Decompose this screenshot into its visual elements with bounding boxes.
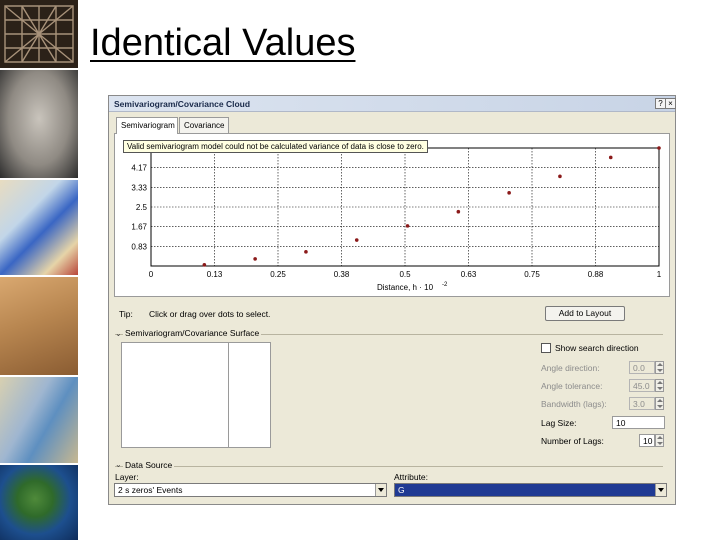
- layer-label: Layer:: [115, 472, 139, 482]
- number-of-lags-spinner[interactable]: [655, 434, 664, 447]
- number-of-lags-field[interactable]: 10: [639, 434, 655, 447]
- slide-title: Identical Values: [90, 22, 356, 64]
- greece-map-image: [0, 377, 78, 463]
- add-to-layout-button[interactable]: Add to Layout: [545, 306, 625, 321]
- layer-dropdown-icon[interactable]: [375, 484, 386, 496]
- globe-image: [0, 465, 78, 540]
- semivariogram-chart[interactable]: 0 0.13 0.25 0.38 0.5 0.63 0.75 0.88 1 0.83 1.67 2.5…: [115, 134, 669, 296]
- attribute-value: G: [398, 485, 405, 495]
- data-point: [304, 250, 308, 254]
- y-tick-label: 3.33: [131, 183, 147, 192]
- data-source-group-label: Data Source: [123, 460, 175, 470]
- tab-semivariogram[interactable]: Semivariogram: [116, 117, 178, 134]
- surface-preview[interactable]: [121, 342, 229, 448]
- x-tick-label: 1: [657, 270, 662, 279]
- data-source-divider: [115, 466, 663, 467]
- bandwidth-label: Bandwidth (lags):: [541, 399, 607, 409]
- lag-size-label: Lag Size:: [541, 418, 577, 428]
- attribute-label: Attribute:: [394, 472, 429, 482]
- lag-size-field[interactable]: 10: [612, 416, 665, 429]
- bandwidth-field[interactable]: 3.0: [629, 397, 655, 410]
- show-search-direction-label: Show search direction: [555, 343, 639, 353]
- attribute-dropdown-icon[interactable]: [655, 484, 666, 496]
- x-tick-label: 0.13: [207, 270, 223, 279]
- bandwidth-spinner[interactable]: [655, 397, 664, 410]
- x-tick-label: 0.25: [270, 270, 286, 279]
- data-point: [354, 238, 359, 242]
- dialog-title: Semivariogram/Covariance Cloud: [114, 99, 251, 109]
- semivariogram-dialog: Semivariogram/Covariance Cloud ? × Semiv…: [108, 95, 676, 505]
- layer-value: 2 s zeros' Events: [118, 485, 183, 495]
- collapse-data-source-icon[interactable]: ⌄: [115, 460, 122, 469]
- x-tick-label: 0.63: [461, 270, 477, 279]
- dialog-titlebar[interactable]: Semivariogram/Covariance Cloud ? ×: [109, 96, 676, 112]
- x-axis-label-exponent: -2: [442, 282, 448, 288]
- tip-text: Click or drag over dots to select.: [149, 309, 271, 319]
- data-point: [558, 174, 562, 179]
- warning-tooltip: Valid semivariogram model could not be c…: [123, 140, 428, 153]
- x-tick-label: 0.88: [588, 270, 604, 279]
- data-point: [405, 224, 410, 228]
- data-point: [657, 146, 661, 150]
- close-button[interactable]: ×: [665, 98, 676, 109]
- x-axis-label: Distance, h · 10: [377, 283, 434, 292]
- angle-tolerance-field[interactable]: 45.0: [629, 379, 655, 392]
- angle-tolerance-label: Angle tolerance:: [541, 381, 603, 391]
- y-tick-label: 0.83: [131, 242, 147, 251]
- x-tick-label: 0.75: [524, 270, 540, 279]
- attribute-select[interactable]: G: [394, 483, 667, 497]
- surface-group-label: Semivariogram/Covariance Surface: [123, 328, 262, 338]
- y-tick-label: 4.17: [131, 164, 147, 173]
- x-tick-label: 0.5: [399, 270, 411, 279]
- surface-legend: [228, 342, 271, 448]
- y-tick-label: 2.5: [136, 203, 148, 212]
- grid-tablet-image: [0, 0, 78, 68]
- data-point: [253, 257, 257, 261]
- angle-direction-field[interactable]: 0.0: [629, 361, 655, 374]
- layer-select[interactable]: 2 s zeros' Events: [114, 483, 387, 497]
- number-of-lags-label: Number of Lags:: [541, 436, 604, 446]
- tip-label: Tip:: [119, 309, 133, 319]
- collapse-surface-icon[interactable]: ⌄: [115, 329, 122, 338]
- angle-direction-spinner[interactable]: [655, 361, 664, 374]
- show-search-direction-checkbox[interactable]: [541, 343, 551, 353]
- parchment-map-image: [0, 277, 78, 375]
- angle-tolerance-spinner[interactable]: [655, 379, 664, 392]
- data-point: [608, 155, 613, 160]
- angle-direction-label: Angle direction:: [541, 363, 600, 373]
- x-tick-label: 0: [149, 270, 154, 279]
- clay-tablet-image: [0, 70, 78, 178]
- data-point: [202, 263, 207, 267]
- semivariogram-panel: Valid semivariogram model could not be c…: [114, 133, 670, 297]
- grid-lines-graphic: [4, 5, 74, 63]
- x-tick-label: 0.38: [334, 270, 350, 279]
- data-point: [507, 191, 511, 195]
- y-tick-label: 1.67: [131, 223, 147, 232]
- image-strip: [0, 0, 78, 540]
- medieval-map-image: [0, 180, 78, 275]
- data-point: [456, 209, 461, 214]
- tab-covariance[interactable]: Covariance: [179, 117, 229, 133]
